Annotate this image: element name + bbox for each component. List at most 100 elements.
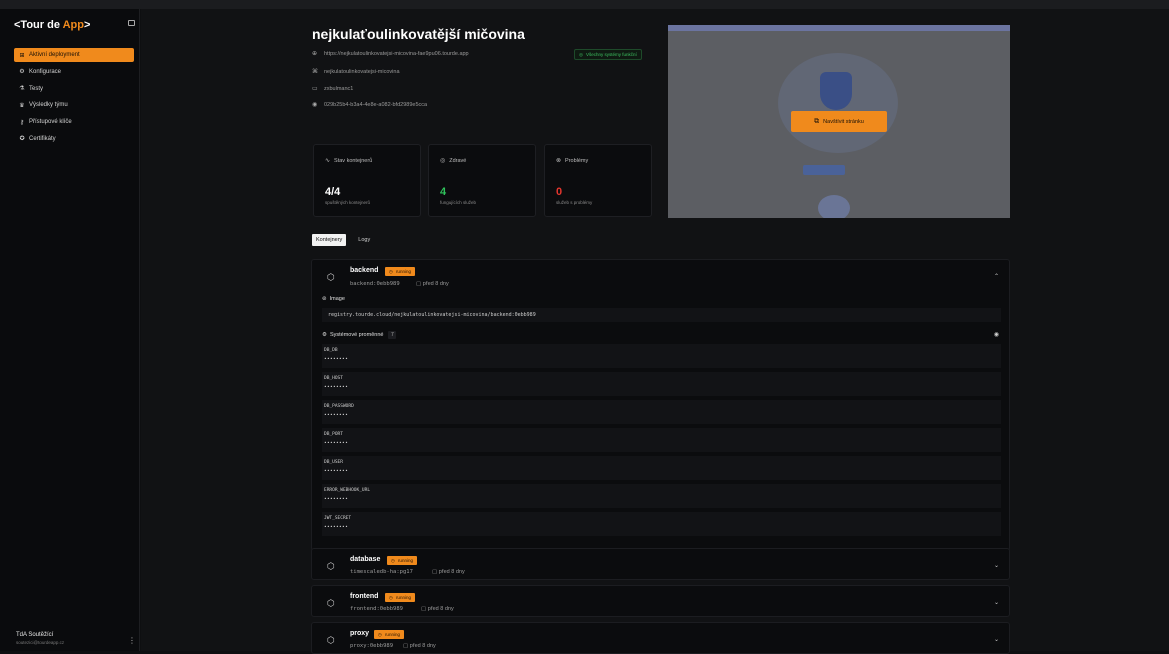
cube-icon: ⬡	[327, 272, 335, 282]
env-var: DB_PORT ••••••••	[322, 428, 1001, 452]
sidebar-item-label: Přístupové klíče	[29, 119, 72, 126]
stat-subtitle: služeb s problémy	[556, 200, 593, 205]
sidebar-item-label: Výsledky týmu	[29, 102, 68, 109]
flask-icon: ⚗	[19, 86, 25, 93]
calendar-icon: ▢	[403, 643, 410, 649]
app-logo[interactable]: <Tour de App>	[14, 19, 90, 31]
env-var: DB_USER ••••••••	[322, 456, 1001, 480]
github-icon: ⌘	[312, 69, 318, 75]
check-circle-icon: ◎	[579, 51, 583, 57]
repo-name: nejkulatoulinkovatejsi-micovina	[324, 68, 400, 75]
status-badge: ◷ running	[374, 630, 404, 639]
page-title: nejkulaťoulinkovatější mičovina	[312, 26, 525, 42]
image-section-label: ⊚ Image	[322, 296, 345, 302]
eye-icon[interactable]: ◉	[994, 331, 999, 338]
top-strip	[0, 0, 1169, 9]
user-card-icon: ▭	[312, 86, 318, 92]
sidebar-nav: ⊞ Aktivní deployment ⚙ Konfigurace ⚗ Tes…	[14, 48, 134, 149]
status-badge: ◷ running	[385, 593, 415, 602]
stat-subtitle: spuštěných kontejnerů	[325, 200, 371, 205]
account-name: zxbulmanc1	[324, 85, 354, 92]
sidebar-toggle-icon[interactable]	[128, 20, 135, 26]
sidebar-item-certificates[interactable]: ✪ Certifikáty	[14, 132, 134, 146]
user-row: ▭ zxbulmanc1	[312, 85, 354, 93]
chevron-down-icon[interactable]: ⌄	[994, 562, 999, 569]
env-section-label: ⚙ Systémové proměnné 7	[322, 331, 397, 339]
external-link-icon: ⧉	[814, 117, 820, 125]
chevron-down-icon[interactable]: ⌄	[994, 599, 999, 606]
stat-subtitle: fungujících služeb	[440, 200, 477, 205]
tab-logs[interactable]: Logy	[354, 234, 374, 246]
container-name: proxy	[350, 630, 370, 637]
user-profile[interactable]: TdA Soutěžící soutezici@tourdeapp.cz	[16, 632, 64, 645]
env-var: DB_DB ••••••••	[322, 344, 1001, 368]
calendar-icon: ▢	[416, 281, 423, 287]
sidebar-item-label: Certifikáty	[29, 135, 56, 142]
sidebar-item-access-keys[interactable]: ⚷ Přístupové klíče	[14, 115, 134, 129]
container-card-proxy[interactable]: ⬡ proxy ◷ running proxy:0ebb989 ▢ před 8 …	[311, 622, 1010, 654]
trophy-icon: ♛	[19, 102, 25, 109]
grid-icon: ⊞	[19, 52, 25, 59]
main-content: nejkulaťoulinkovatější mičovina ⊕ https:…	[141, 9, 1169, 654]
env-var: JWT_SECRET ••••••••	[322, 512, 1001, 536]
container-card-frontend[interactable]: ⬡ frontend ◷ running frontend:0ebb989 ▢ p…	[311, 585, 1010, 617]
sidebar-item-configuration[interactable]: ⚙ Konfigurace	[14, 65, 134, 79]
container-age: ▢ před 8 dny	[421, 606, 454, 612]
container-name: database	[350, 556, 381, 563]
tab-bar: Kontejnery Logy	[312, 234, 382, 246]
chevron-up-icon[interactable]: ⌃	[994, 273, 999, 280]
settings-icon: ⚙	[19, 69, 25, 76]
env-var: DB_PASSWORD ••••••••	[322, 400, 1001, 424]
cube-icon: ⬡	[327, 635, 335, 645]
key-icon: ⚷	[19, 119, 25, 126]
container-tag: proxy:0ebb989	[350, 643, 394, 649]
container-tag: frontend:0ebb989	[350, 606, 403, 612]
env-count: 7	[388, 331, 397, 339]
globe-icon: ⊕	[312, 51, 318, 57]
stat-value: 0	[556, 186, 563, 198]
calendar-icon: ▢	[421, 606, 428, 612]
repo-row: ⌘ nejkulatoulinkovatejsi-micovina	[312, 68, 400, 76]
deployment-id: 029b25b4-b3a4-4e8e-a082-bfd2989e5cca	[324, 101, 428, 108]
container-tag: backend:0ebb989	[350, 281, 400, 287]
visit-site-button[interactable]: ⧉ Navštívit stránku	[791, 111, 887, 132]
stat-card-containers: ∿ Stav kontejnerů 4/4 spuštěných kontejne…	[313, 144, 421, 217]
more-vertical-icon[interactable]: ⋮	[128, 636, 136, 645]
stat-value: 4/4	[325, 186, 341, 198]
user-email: soutezici@tourdeapp.cz	[16, 640, 65, 645]
container-age: ▢ před 8 dny	[432, 569, 465, 575]
sidebar: <Tour de App> ⊞ Aktivní deployment ⚙ Kon…	[0, 9, 140, 651]
container-header[interactable]: ⬡ backend ◷ running backend:0ebb989 ▢ pře…	[312, 260, 1009, 292]
cube-icon: ⬡	[327, 561, 335, 571]
container-card-database[interactable]: ⬡ database ◷ running timescaledb-ha:pg17 …	[311, 548, 1010, 580]
deployment-url[interactable]: https://nejkulatoulinkovatejsi-micovina-…	[324, 51, 469, 57]
sidebar-item-team-results[interactable]: ♛ Výsledky týmu	[14, 98, 134, 112]
calendar-icon: ▢	[432, 569, 439, 575]
container-age: ▢ před 8 dny	[403, 643, 436, 649]
container-name: frontend	[350, 593, 379, 600]
activity-icon: ∿	[325, 158, 331, 164]
container-age: ▢ před 8 dny	[416, 281, 449, 287]
stat-card-healthy: ◎ Zdravé 4 fungujících služeb	[428, 144, 536, 217]
container-card-backend: ⬡ backend ◷ running backend:0ebb989 ▢ pře…	[311, 259, 1010, 551]
sidebar-item-tests[interactable]: ⚗ Testy	[14, 82, 134, 96]
tab-containers[interactable]: Kontejnery	[312, 234, 347, 246]
user-name: TdA Soutěžící	[16, 632, 54, 638]
sidebar-item-label: Testy	[29, 85, 44, 92]
shield-icon	[820, 72, 852, 110]
status-badge: ◷ running	[387, 556, 417, 565]
x-circle-icon: ⊗	[556, 158, 562, 164]
image-path: registry.tourde.cloud/nejkulatoulinkovat…	[322, 308, 1001, 322]
chevron-down-icon[interactable]: ⌄	[994, 636, 999, 643]
deployment-url-row[interactable]: ⊕ https://nejkulatoulinkovatejsi-micovin…	[312, 50, 469, 58]
env-var: ERROR_WEBHOOK_URL ••••••••	[322, 484, 1001, 508]
stat-value: 4	[440, 186, 447, 198]
sidebar-item-active-deployment[interactable]: ⊞ Aktivní deployment	[14, 48, 134, 62]
check-circle-icon: ◎	[440, 158, 446, 164]
site-preview[interactable]: ⧉ Navštívit stránku	[668, 25, 1010, 218]
cube-icon: ⬡	[327, 598, 335, 608]
sidebar-item-label: Aktivní deployment	[29, 52, 80, 58]
status-badge: ◷ running	[385, 267, 415, 276]
id-row: ◉ 029b25b4-b3a4-4e8e-a082-bfd2989e5cca	[312, 101, 428, 109]
container-name: backend	[350, 267, 379, 274]
